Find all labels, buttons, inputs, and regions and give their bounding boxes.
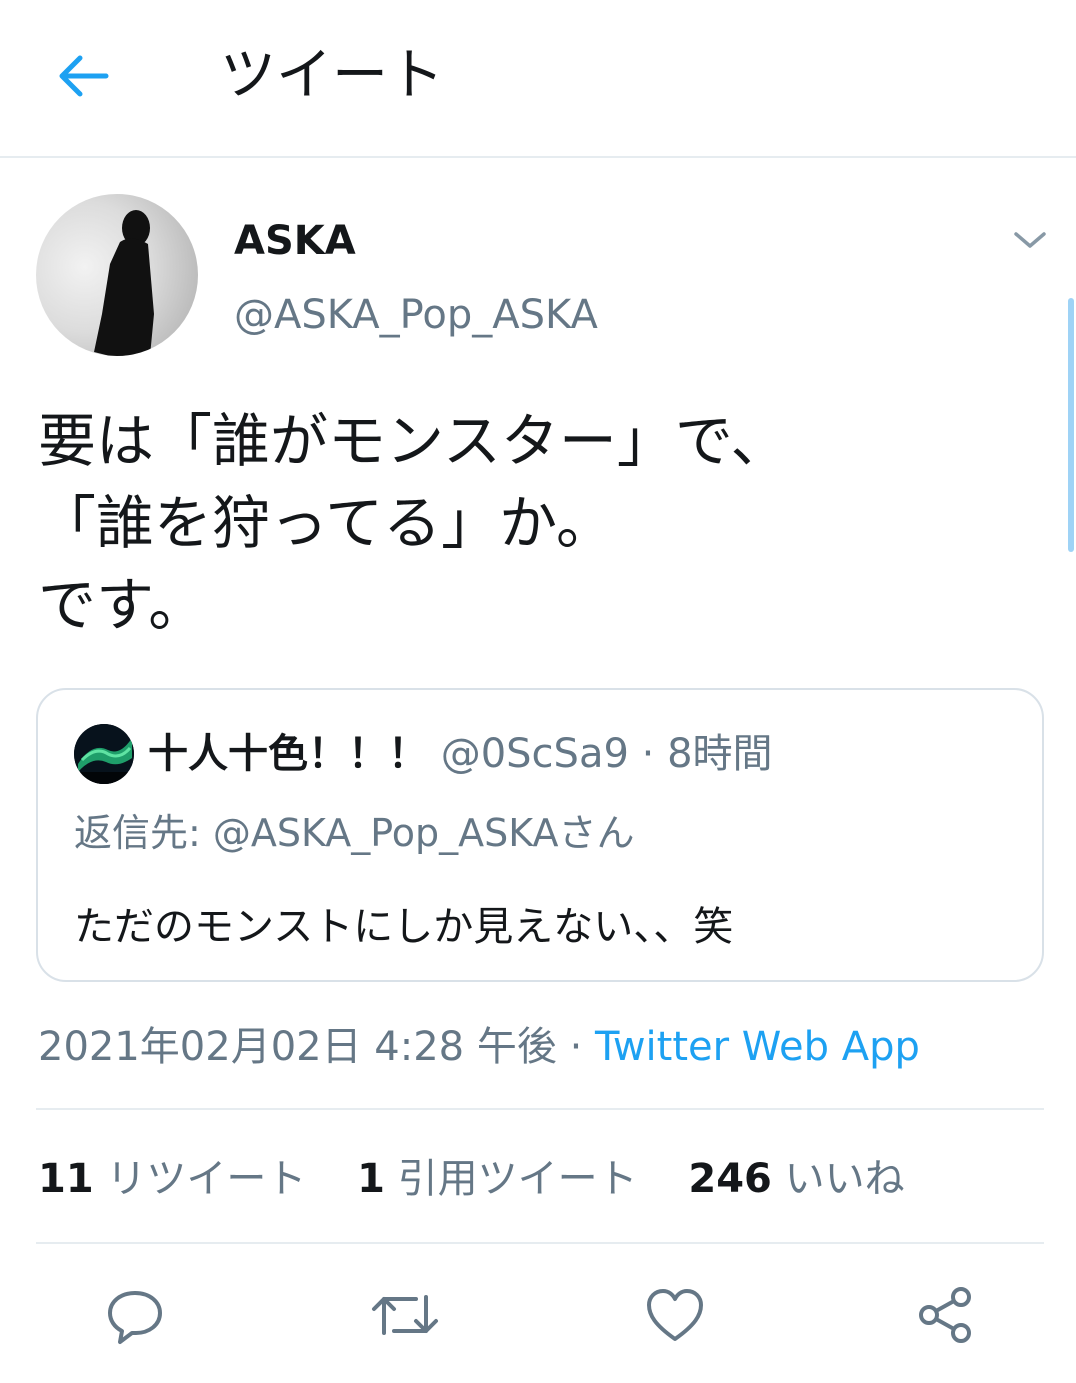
top-bar: ツイート [0,0,1076,158]
share-icon [919,1287,971,1343]
tweet-timestamp[interactable]: 2021年02月02日 4:28 午後 [38,1024,557,1070]
quoted-dot-separator: · [641,731,655,777]
tweet-text: 要は「誰がモンスター」で、 「誰を狩ってる」か。 です。 [38,407,789,639]
tweet-stats: 11 リツイート 1 引用ツイート 246 いいね [38,1152,943,1206]
quoted-tweet-text: ただのモンストにしか見えない、、笑 [74,904,734,950]
scrollbar[interactable] [1068,298,1074,552]
quoted-time: 8時間 [667,731,773,777]
likes-label: いいね [784,1156,905,1202]
arrow-left-icon [59,55,109,97]
quotes-label: 引用ツイート [397,1156,638,1202]
aurora-image [74,724,134,784]
retweets-label: リツイート [106,1156,307,1202]
reply-button[interactable] [100,1280,170,1350]
share-button[interactable] [910,1280,980,1350]
author-avatar[interactable] [36,194,198,356]
divider [36,1242,1044,1244]
tweet-meta: 2021年02月02日 4:28 午後 · Twitter Web App [38,1020,920,1074]
like-button[interactable] [640,1280,710,1350]
quoted-reply-to: 返信先: @ASKA_Pop_ASKAさん [74,811,635,855]
retweets-count: 11 [38,1156,94,1202]
quoted-author-handle: @0ScSa9 [440,731,629,777]
quoted-author-name: 十人十色！！！ [148,731,428,777]
author-name[interactable]: ASKA [234,216,356,266]
likes-stat[interactable]: 246 いいね [688,1152,904,1206]
more-options-button[interactable] [1008,220,1052,260]
quoted-tweet-card[interactable]: 十人十色！！！ @0ScSa9 · 8時間 返信先: @ASKA_Pop_ASK… [36,688,1044,982]
quoted-header: 十人十色！！！ @0ScSa9 · 8時間 [148,724,773,784]
retweet-button[interactable] [370,1280,440,1350]
reply-icon [108,1291,162,1344]
retweet-icon [372,1295,438,1335]
quotes-count: 1 [357,1156,385,1202]
retweets-stat[interactable]: 11 リツイート [38,1152,306,1206]
chevron-down-icon [1014,232,1046,248]
page-title: ツイート [220,43,444,108]
divider [36,1108,1044,1110]
silhouette-image [94,210,154,356]
tweet-source-link[interactable]: Twitter Web App [595,1024,920,1070]
action-bar [0,1270,1076,1360]
author-handle[interactable]: @ASKA_Pop_ASKA [234,290,598,340]
meta-separator: · [569,1024,583,1070]
likes-count: 246 [688,1156,772,1202]
quoted-author-avatar [74,724,134,784]
quotes-stat[interactable]: 1 引用ツイート [357,1152,638,1206]
back-button[interactable] [54,46,114,106]
heart-icon [647,1289,703,1341]
